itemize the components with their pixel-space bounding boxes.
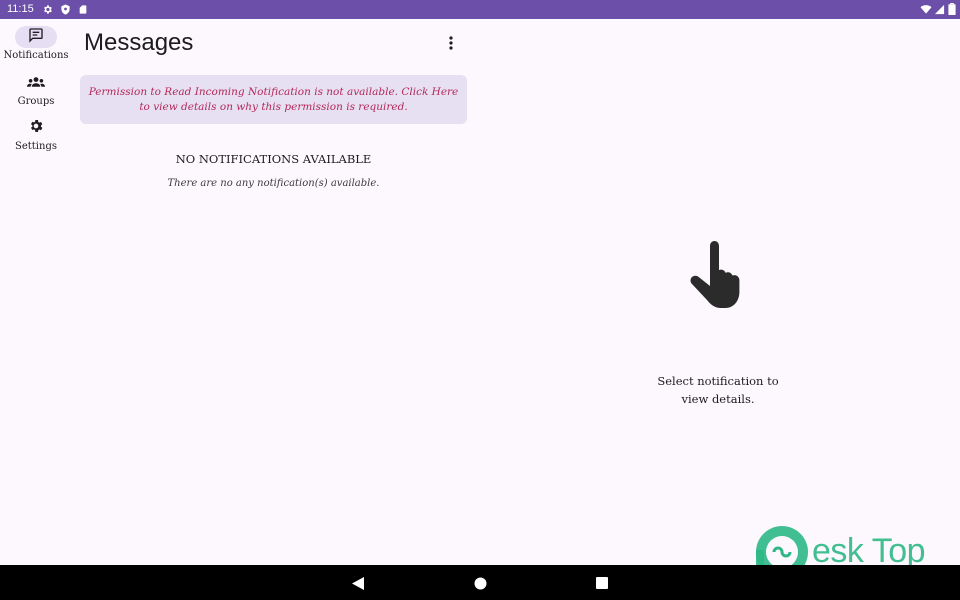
- shield-icon: [59, 3, 71, 15]
- more-vert-icon: [449, 35, 453, 54]
- empty-state-subtitle: There are no any notification(s) availab…: [167, 178, 380, 189]
- page-title: Messages: [84, 29, 194, 56]
- system-navigation-bar: [0, 565, 960, 600]
- permission-banner[interactable]: Permission to Read Incoming Notification…: [80, 75, 467, 124]
- nav-label-groups: Groups: [17, 96, 55, 107]
- pointing-hand-icon: [686, 240, 750, 312]
- nav-label-notifications: Notifications: [3, 50, 69, 61]
- nav-pill: [15, 72, 57, 94]
- nav-item-settings[interactable]: Settings: [0, 117, 72, 161]
- status-time: 11:15: [7, 3, 34, 15]
- back-icon[interactable]: [350, 575, 366, 591]
- nav-pill-active: [15, 26, 57, 48]
- message-icon: [28, 27, 44, 47]
- nav-item-groups[interactable]: Groups: [0, 72, 72, 116]
- groups-icon: [27, 74, 45, 93]
- nav-label-settings: Settings: [15, 141, 57, 152]
- wifi-icon: [920, 3, 932, 15]
- nav-item-notifications[interactable]: Notifications: [0, 26, 72, 70]
- nav-pill: [15, 117, 57, 139]
- battery-icon: [946, 3, 958, 15]
- recents-icon[interactable]: [594, 575, 610, 591]
- select-notification-hint: Select notification to view details.: [657, 374, 779, 406]
- gear-icon: [41, 3, 53, 15]
- home-icon[interactable]: [472, 575, 488, 591]
- permission-banner-text: Permission to Read Incoming Notification…: [88, 85, 459, 113]
- empty-state-title: NO NOTIFICATIONS AVAILABLE: [175, 152, 372, 166]
- sd-card-icon: [77, 3, 89, 15]
- status-bar: 11:15: [0, 0, 960, 19]
- more-options-button[interactable]: [440, 33, 462, 55]
- signal-icon: [933, 3, 945, 15]
- gear-icon: [28, 118, 44, 138]
- navigation-rail: Notifications Groups Settings: [0, 19, 72, 565]
